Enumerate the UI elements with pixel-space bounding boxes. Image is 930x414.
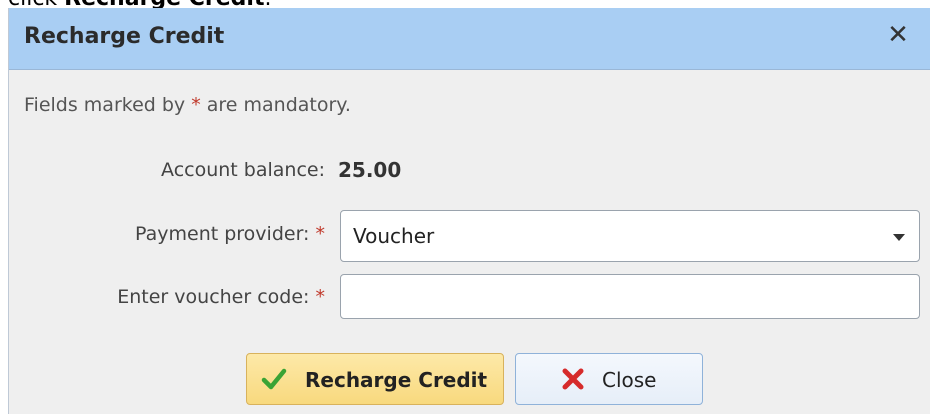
recharge-credit-dialog: Recharge Credit ✕ Fields marked by * are… (8, 8, 930, 414)
required-star: * (315, 223, 326, 245)
close-button-label: Close (602, 368, 657, 392)
hint-text-after: are mandatory. (200, 94, 351, 116)
account-balance-value: 25.00 (338, 158, 402, 182)
payment-provider-label: Payment provider: * (135, 223, 325, 245)
required-star: * (315, 286, 326, 308)
voucher-code-input[interactable] (340, 274, 920, 319)
hint-text-before: Fields marked by (24, 94, 192, 116)
payment-provider-select[interactable]: Voucher (340, 210, 920, 262)
payment-provider-selected: Voucher (353, 224, 435, 248)
close-icon[interactable]: ✕ (883, 20, 913, 50)
red-x-icon (562, 368, 584, 390)
account-balance-label: Account balance: (161, 159, 325, 181)
dialog-title: Recharge Credit (24, 24, 225, 49)
recharge-credit-button[interactable]: Recharge Credit (246, 353, 504, 405)
mandatory-fields-hint: Fields marked by * are mandatory. (24, 94, 351, 116)
voucher-code-label: Enter voucher code: * (117, 286, 325, 308)
dialog-titlebar: Recharge Credit ✕ (9, 8, 930, 70)
required-star: * (191, 94, 201, 116)
payment-provider-label-text: Payment provider: (135, 223, 310, 245)
recharge-credit-button-label: Recharge Credit (305, 368, 488, 392)
close-button[interactable]: Close (515, 353, 703, 405)
caret-down-icon (893, 234, 905, 241)
checkmark-icon (261, 368, 287, 390)
voucher-code-label-text: Enter voucher code: (117, 286, 310, 308)
